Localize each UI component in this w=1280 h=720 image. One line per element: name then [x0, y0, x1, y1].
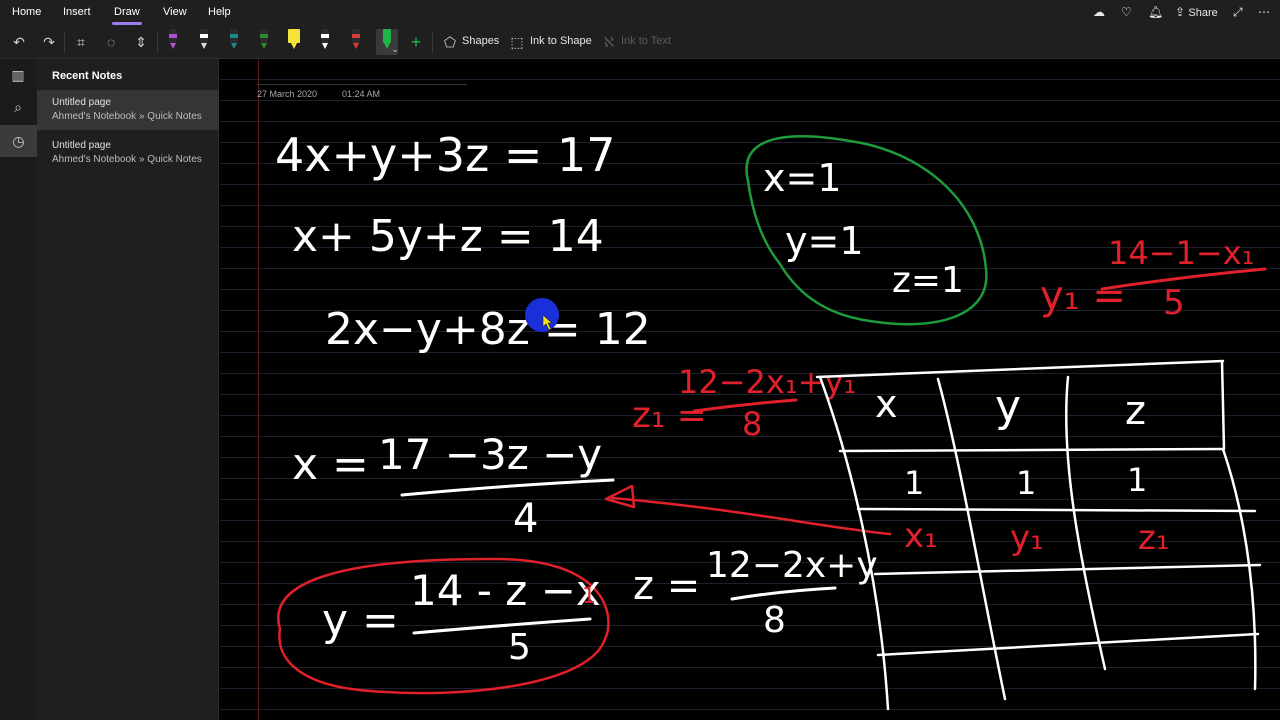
red-arrow-line — [610, 496, 892, 536]
table-col-line-2 — [1064, 375, 1107, 671]
sync-icon[interactable]: ☁ — [1093, 5, 1105, 19]
ribbon-tabs: Home Insert Draw View Help ☁ ♡ 🔔︎ ⇪ Shar… — [0, 0, 1280, 27]
more-icon[interactable]: ⋯ — [1258, 5, 1270, 19]
note-item[interactable]: Untitled page Ahmed's Notebook » Quick N… — [37, 90, 219, 130]
page-canvas[interactable]: 27 March 2020 01:24 AM 4x+y+3z = 17 x+ 5… — [220, 59, 1280, 720]
ink-to-shape-icon[interactable]: ⬚ — [506, 31, 528, 53]
shapes-button[interactable]: Shapes — [462, 35, 499, 47]
y1-formula-denominator: 5 — [1163, 283, 1185, 323]
y1-formula-numerator: 14−1−x₁ — [1108, 234, 1254, 272]
table-cell-z1: 1 — [1127, 461, 1147, 499]
toolbar-divider — [64, 33, 65, 53]
table-header-x: x — [875, 382, 898, 426]
notebooks-icon[interactable]: ▥ — [8, 65, 28, 85]
tab-home[interactable]: Home — [12, 6, 41, 18]
ink-layer: 4x+y+3z = 17 x+ 5y+z = 14 2x−y+8z = 12 x… — [275, 128, 1267, 711]
share-icon: ⇪ — [1175, 5, 1186, 19]
pen-red-icon[interactable] — [349, 29, 363, 55]
share-label: Share — [1188, 7, 1218, 19]
z-fraction-bar — [730, 586, 837, 601]
table-row-line-3 — [873, 563, 1262, 576]
share-button[interactable]: ⇪ Share — [1175, 5, 1218, 19]
equation-2: x+ 5y+z = 14 — [292, 211, 604, 262]
guess-y: y=1 — [785, 219, 864, 263]
tab-draw[interactable]: Draw — [112, 6, 142, 25]
bell-icon[interactable]: 🔔︎ — [1148, 5, 1163, 19]
tab-help[interactable]: Help — [208, 6, 231, 18]
shapes-icon[interactable]: ⬠ — [439, 31, 461, 53]
expand-icon[interactable]: ⤢ — [1233, 5, 1243, 20]
redo-icon[interactable]: ↷ — [38, 31, 60, 53]
note-title: Untitled page — [52, 97, 111, 108]
y-formula-numerator-subscript: 1 — [582, 584, 596, 609]
chevron-down-icon[interactable]: ⌄ — [384, 38, 406, 60]
x-formula-lhs: x = — [292, 439, 369, 490]
pen-white-icon[interactable] — [318, 29, 332, 55]
table-left-border — [818, 375, 890, 711]
recent-notes-panel: Recent Notes Untitled page Ahmed's Noteb… — [37, 59, 219, 720]
table-row-line-1 — [838, 447, 1225, 453]
tab-insert[interactable]: Insert — [63, 6, 91, 18]
red-arrow-head — [604, 484, 636, 509]
laser-pointer — [525, 298, 559, 332]
guess-x: x=1 — [763, 156, 842, 200]
pen-purple-icon[interactable] — [166, 29, 180, 55]
y-formula-numerator: 14 - z −x — [410, 566, 601, 615]
table-cell-y1: 1 — [1016, 464, 1036, 502]
table-right-border — [1221, 447, 1257, 691]
equation-3: 2x−y+8z = 12 — [325, 304, 651, 355]
x-fraction-bar — [400, 478, 615, 497]
table-cell-x1: 1 — [904, 464, 924, 502]
guess-z: z=1 — [892, 260, 964, 301]
pen-green-icon[interactable] — [257, 29, 271, 55]
highlighter-yellow-icon[interactable] — [287, 29, 301, 55]
note-path: Ahmed's Notebook » Quick Notes — [52, 154, 202, 165]
table-header-z: z — [1125, 388, 1146, 434]
add-pen-icon[interactable]: + — [405, 31, 427, 53]
y-fraction-bar — [412, 617, 592, 635]
search-icon[interactable]: ⌕ — [8, 97, 28, 117]
y-formula-denominator: 5 — [508, 627, 531, 668]
table-header-y: y — [995, 381, 1021, 432]
panel-title: Recent Notes — [52, 70, 123, 82]
toolbar-divider — [157, 33, 158, 53]
lasso-select-icon[interactable]: ⌗ — [70, 31, 92, 53]
z-formula-lhs: z = — [633, 563, 700, 609]
table-cell-y-iter: y₁ — [1010, 518, 1044, 558]
ink-to-text-button: Ink to Text — [621, 35, 671, 47]
y-formula-lhs: y = — [322, 595, 399, 646]
equation-1: 4x+y+3z = 17 — [275, 128, 616, 182]
table-header-right — [1220, 359, 1226, 451]
tab-view[interactable]: View — [163, 6, 187, 18]
table-top-border — [815, 359, 1225, 379]
x-formula-numerator: 17 −3z −y — [378, 430, 602, 479]
pen-black-icon[interactable] — [197, 29, 211, 55]
z1-formula-numerator: 12−2x₁+y₁ — [678, 363, 856, 401]
table-cell-x-iter: x₁ — [904, 516, 938, 556]
note-item[interactable]: Untitled page Ahmed's Notebook » Quick N… — [37, 133, 219, 173]
ink-to-shape-button[interactable]: Ink to Shape — [530, 35, 592, 47]
z1-formula-lhs: z₁ = — [632, 395, 707, 436]
note-title: Untitled page — [52, 140, 111, 151]
z-formula-numerator: 12−2x+y — [706, 545, 878, 586]
z1-formula-denominator: 8 — [742, 405, 762, 443]
note-path: Ahmed's Notebook » Quick Notes — [52, 111, 202, 122]
table-cell-z-iter: z₁ — [1138, 518, 1169, 558]
undo-icon[interactable]: ↶ — [8, 31, 30, 53]
table-row-line-4 — [876, 632, 1260, 657]
pen-teal-icon[interactable] — [227, 29, 241, 55]
lightbulb-icon[interactable]: ♡ — [1121, 5, 1132, 19]
z-formula-denominator: 8 — [763, 600, 786, 641]
ink-to-text-icon: ℵ — [603, 33, 615, 50]
x-formula-denominator: 4 — [513, 496, 538, 542]
eraser-icon[interactable]: ◌ — [100, 31, 122, 53]
y1-formula-lhs: y₁ = — [1040, 273, 1126, 319]
recent-notes-icon[interactable]: ◷ — [0, 125, 37, 157]
toolbar-divider — [432, 33, 433, 53]
nav-rail: ▥ ⌕ ◷ — [0, 59, 37, 720]
add-space-icon[interactable]: ⇕ — [130, 31, 152, 53]
draw-toolbar: ↶ ↷ ⌗ ◌ ⇕ ⌄ + ⬠ Shapes ⬚ Ink to Shape ℵ … — [0, 27, 1280, 59]
table-row-line-2 — [856, 507, 1257, 513]
